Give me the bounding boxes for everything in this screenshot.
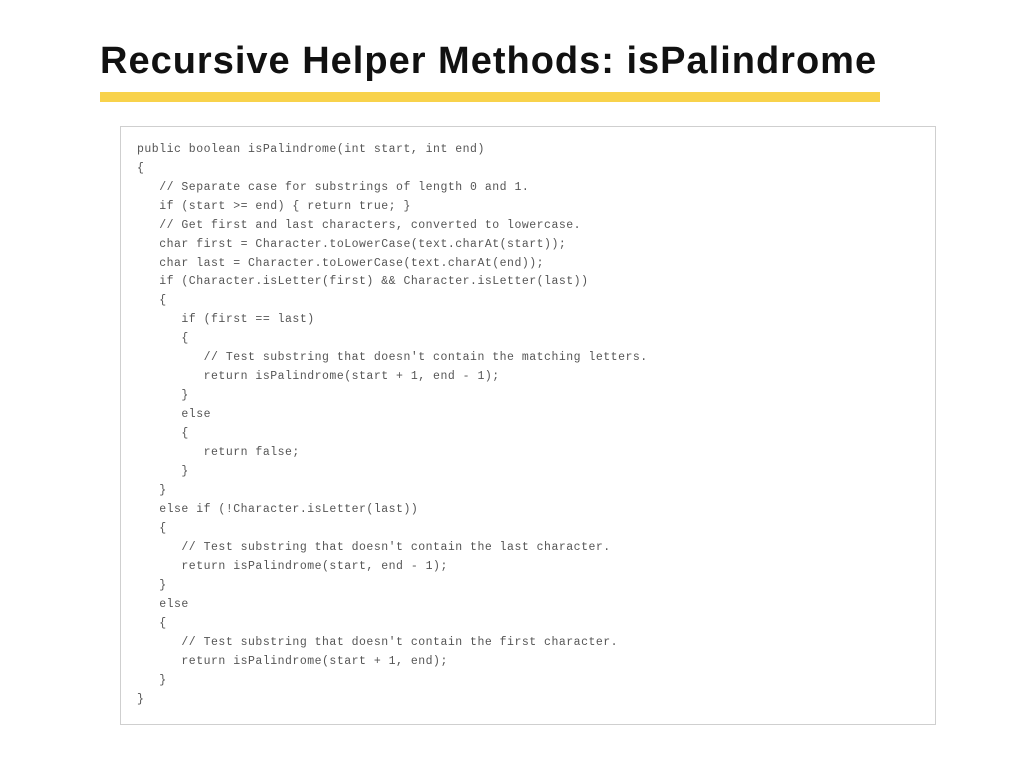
slide-title: Recursive Helper Methods: isPalindrome	[100, 40, 924, 84]
slide: Recursive Helper Methods: isPalindrome p…	[0, 0, 1024, 768]
accent-bar	[100, 92, 880, 102]
code-listing: public boolean isPalindrome(int start, i…	[120, 126, 936, 725]
